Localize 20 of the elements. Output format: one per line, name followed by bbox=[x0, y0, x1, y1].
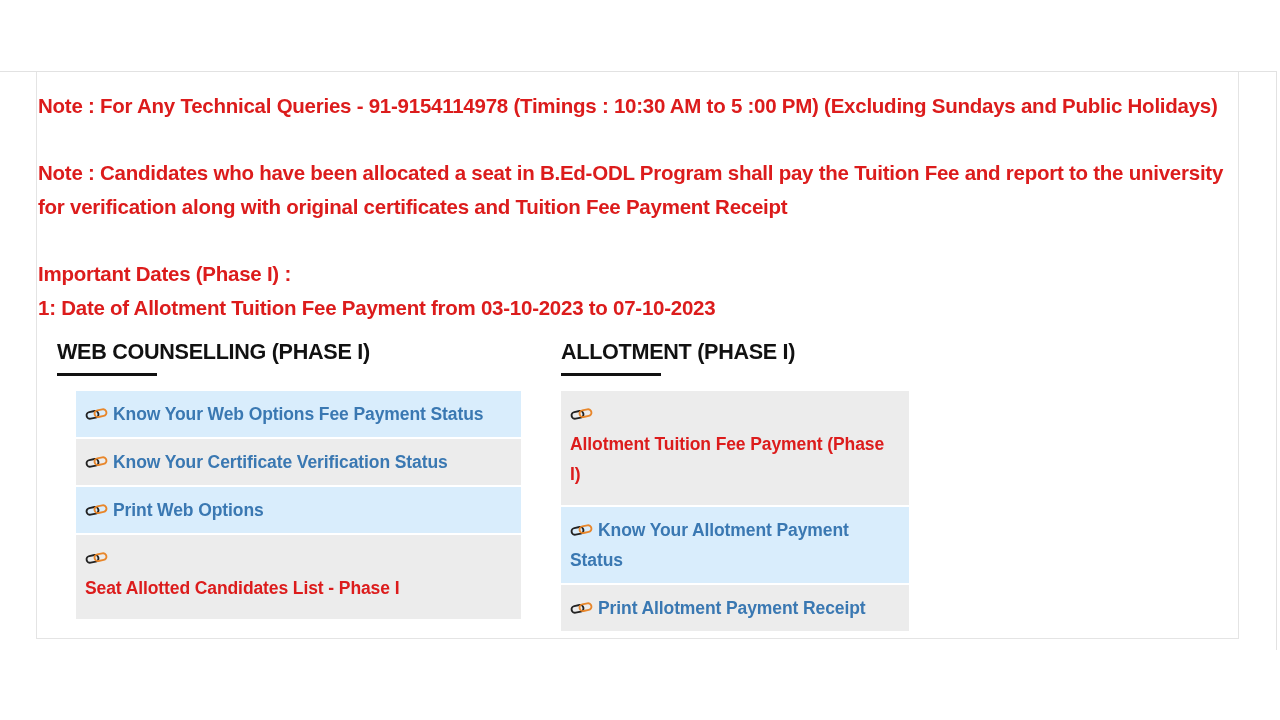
chain-link-icon bbox=[85, 407, 108, 421]
chain-link-icon bbox=[570, 601, 593, 615]
note-text: Note : For Any Technical Queries - 91-9154114978 (Timings : 10:30 AM to 5 :00 PM) (Excluding Sundays and Public Holidays) bbox=[38, 93, 1219, 119]
link-item[interactable]: Print Allotment Payment Receipt bbox=[561, 585, 909, 631]
chain-link-icon bbox=[85, 455, 108, 469]
note-text: Note : Candidates who have been allocated a seat in B.Ed-ODL Program shall pay the Tuition Fee and report to the university for verification along with original certificates and Tuition Fee Payment Receipt bbox=[38, 160, 1225, 220]
link-item[interactable]: Know Your Allotment Payment Status bbox=[561, 507, 909, 583]
important-dates-title: Important Dates (Phase I) : bbox=[38, 261, 292, 287]
section-heading: ALLOTMENT (PHASE I) bbox=[561, 340, 796, 364]
link-item[interactable]: Know Your Web Options Fee Payment Status bbox=[76, 391, 521, 437]
chain-link-icon bbox=[85, 503, 108, 517]
date-entry: 1: Date of Allotment Tuition Fee Payment from 03-10-2023 to 07-10-2023 bbox=[38, 295, 717, 321]
chain-link-icon bbox=[570, 523, 593, 537]
link-item[interactable]: Allotment Tuition Fee Payment (Phase I) bbox=[561, 391, 909, 505]
link-item[interactable]: Seat Allotted Candidates List - Phase I bbox=[76, 535, 521, 619]
link-item[interactable]: Know Your Certificate Verification Status bbox=[76, 439, 521, 485]
section-heading: WEB COUNSELLING (PHASE I) bbox=[57, 340, 370, 364]
chain-link-icon bbox=[570, 407, 593, 421]
chain-link-icon bbox=[85, 551, 108, 565]
link-item[interactable]: Print Web Options bbox=[76, 487, 521, 533]
